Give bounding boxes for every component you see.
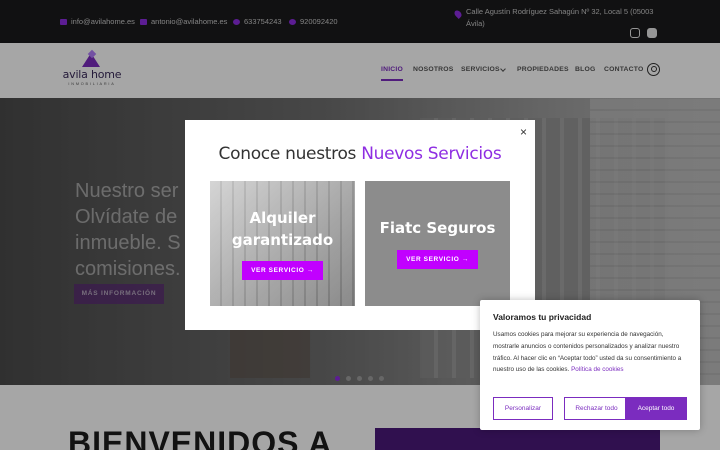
modal-title: Conoce nuestros Nuevos Servicios <box>185 144 535 164</box>
ver-servicio-button[interactable]: VER SERVICIO → <box>242 261 323 280</box>
card-title-line-2: garantizado <box>231 231 334 249</box>
cookie-policy-link[interactable]: Política de cookies <box>571 366 624 373</box>
reject-all-button[interactable]: Rechazar todo <box>564 397 629 420</box>
cookie-text: Usamos cookies para mejorar su experienc… <box>493 329 691 376</box>
service-card-title: Fiatc Seguros <box>379 219 496 237</box>
services-modal: × Conoce nuestros Nuevos Servicios Alqui… <box>185 120 535 330</box>
accept-all-button[interactable]: Aceptar todo <box>625 397 687 420</box>
modal-title-main: Conoce nuestros <box>218 144 362 164</box>
card-title-line-1: Alquiler <box>249 209 316 227</box>
cookie-title: Valoramos tu privacidad <box>493 312 592 322</box>
modal-title-accent: Nuevos Servicios <box>361 144 502 164</box>
close-icon[interactable]: × <box>520 126 527 138</box>
service-card-title: Alquiler garantizado <box>210 207 355 251</box>
service-card-alquiler[interactable]: Alquiler garantizado VER SERVICIO → <box>210 181 355 306</box>
cookie-consent-panel: Valoramos tu privacidad Usamos cookies p… <box>480 300 700 430</box>
customize-button[interactable]: Personalizar <box>493 397 553 420</box>
ver-servicio-button[interactable]: VER SERVICIO → <box>397 250 478 269</box>
service-card-fiatc[interactable]: Fiatc Seguros VER SERVICIO → <box>365 181 510 306</box>
